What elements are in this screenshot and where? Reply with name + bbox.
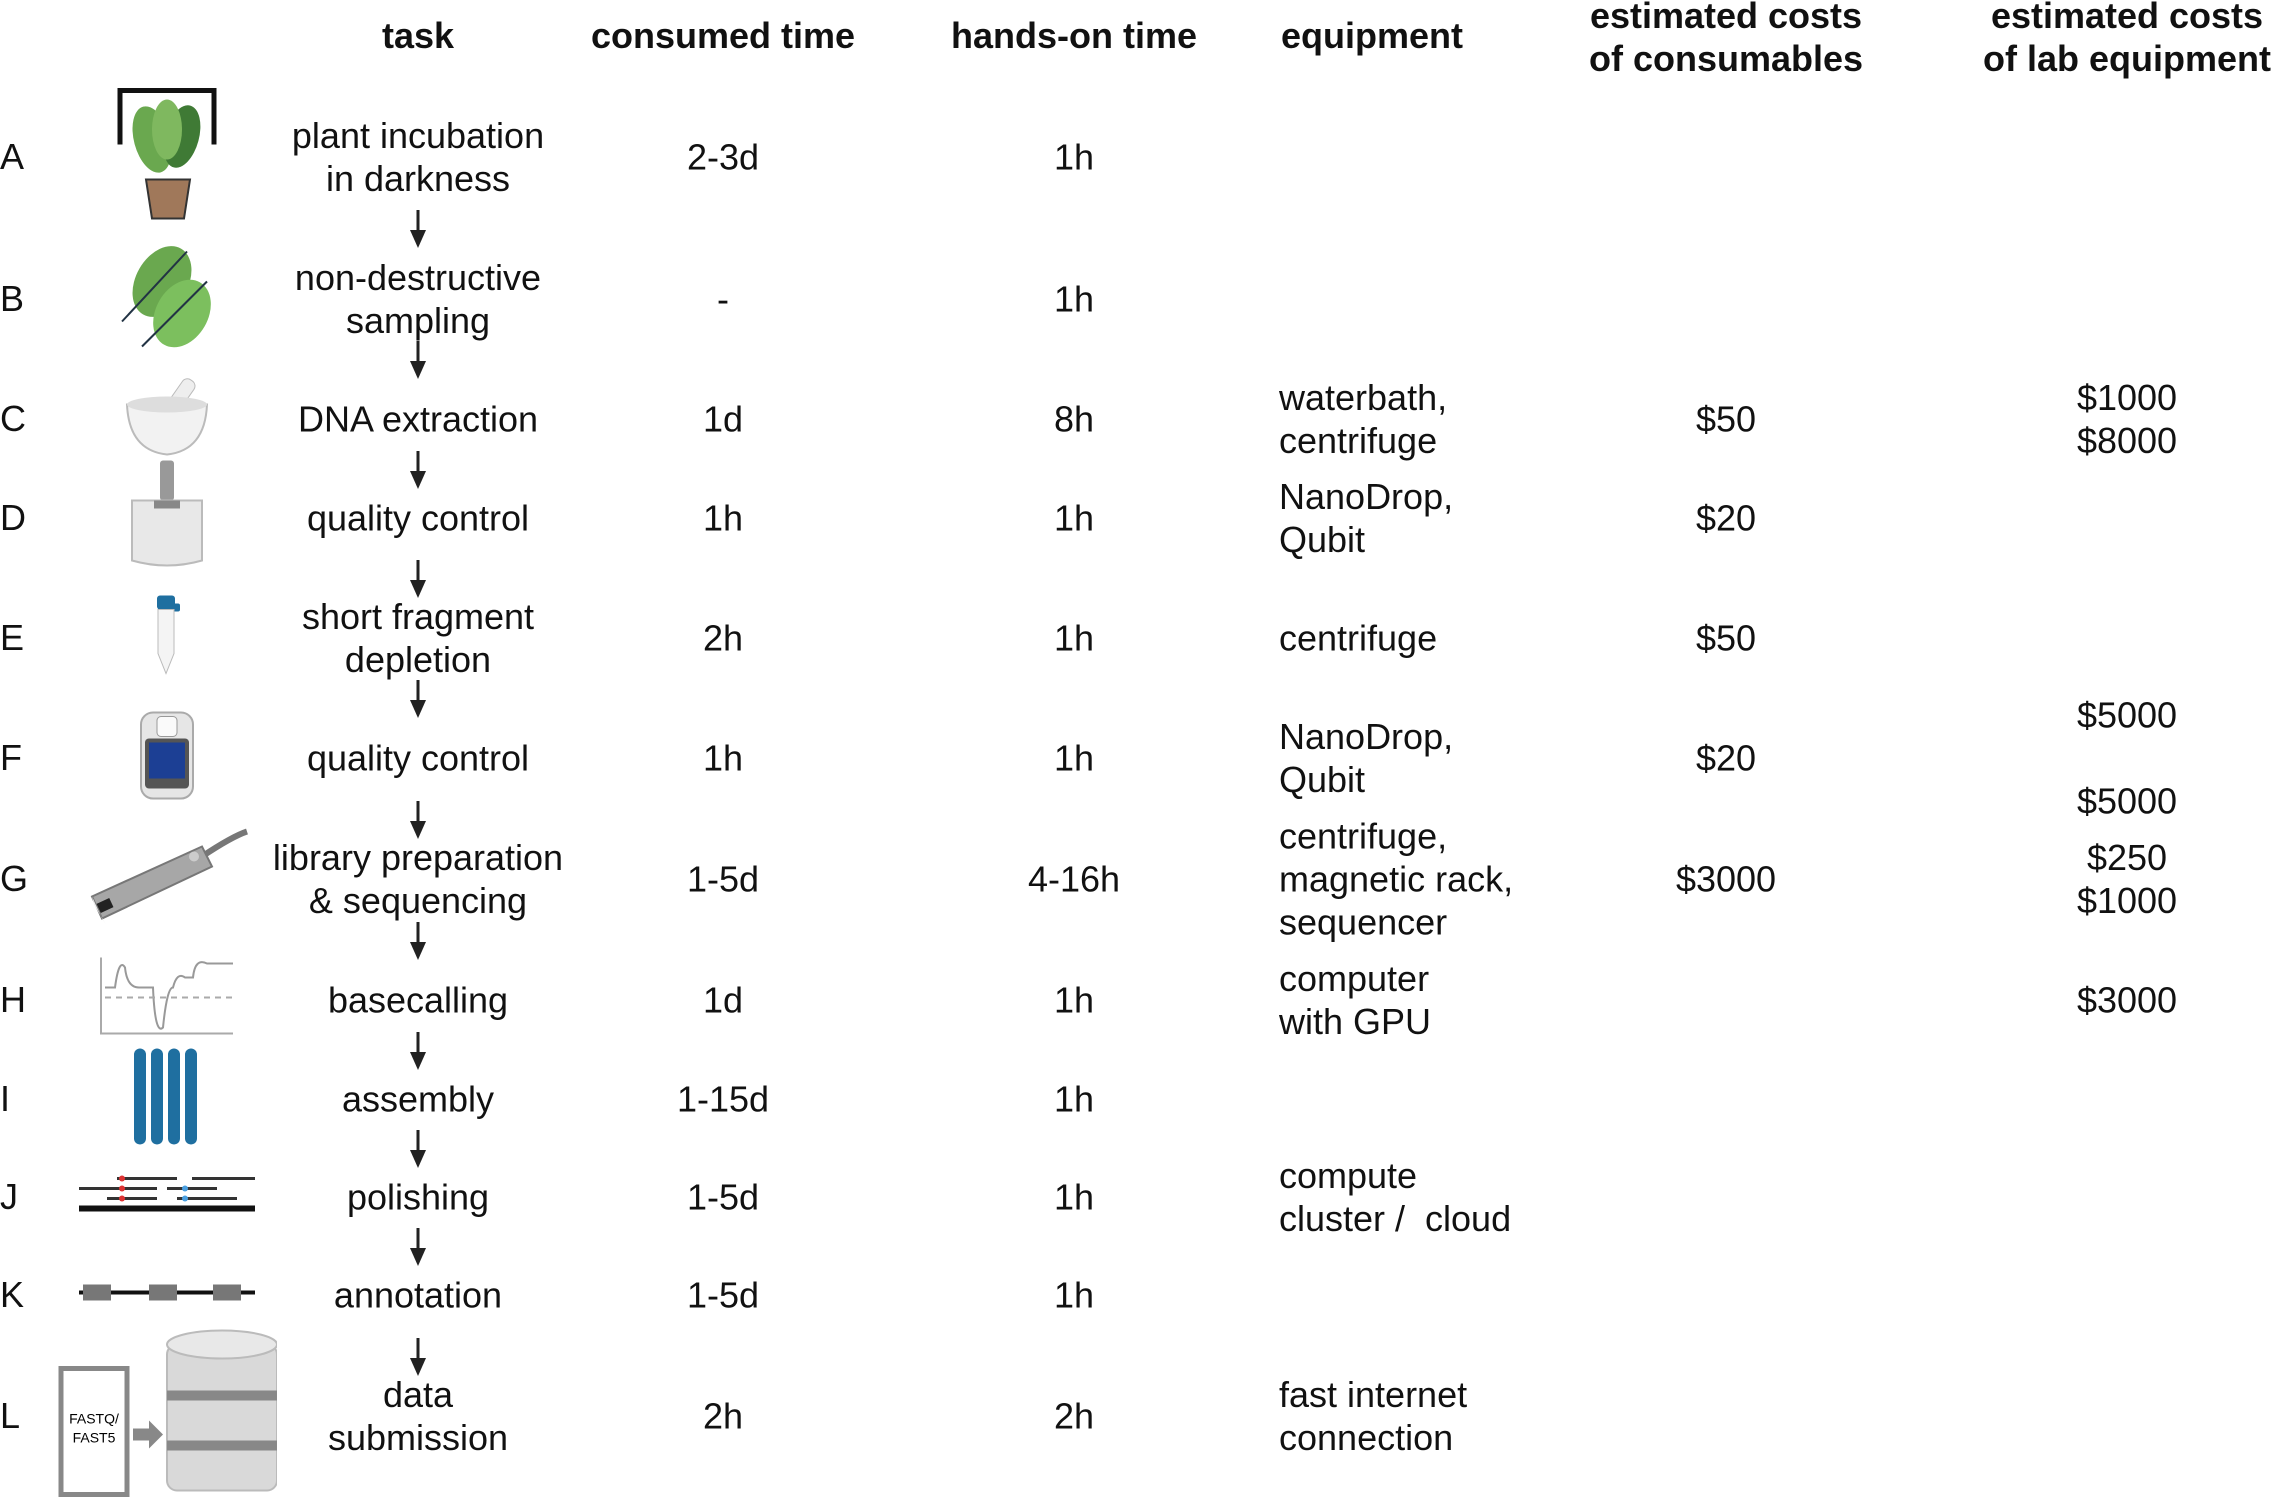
mortar-pestle-icon: [117, 377, 217, 462]
hands-on-time: 1h: [1053, 1176, 1095, 1218]
consumables-cost: $50: [1695, 617, 1757, 659]
consumed-time: 1-5d: [686, 858, 760, 900]
equipment: NanoDrop, Qubit: [1279, 476, 1454, 560]
down-arrow-icon: [408, 921, 428, 965]
qubit-icon: [137, 711, 197, 806]
tube-icon: [152, 595, 182, 681]
header-hands-on-time: hands-on time: [950, 15, 1198, 56]
hands-on-time: 1h: [1053, 1274, 1095, 1316]
row-letter: D: [0, 497, 26, 538]
hands-on-time: 1h: [1053, 136, 1095, 178]
consumables-cost: $20: [1695, 497, 1757, 539]
header-equipment: equipment: [1280, 15, 1464, 56]
consumed-time: -: [717, 278, 729, 320]
task-label: short fragment depletion: [301, 596, 535, 680]
consumables-cost: $50: [1695, 398, 1757, 440]
lab-equipment-cost: $1000 $8000: [2076, 377, 2178, 461]
task-label: basecalling: [327, 979, 509, 1021]
consumed-time: 1h: [702, 737, 744, 779]
equipment: waterbath, centrifuge: [1279, 377, 1448, 461]
consumed-time: 1h: [702, 497, 744, 539]
row-letter: F: [0, 737, 22, 778]
minion-sequencer-icon: [82, 827, 252, 932]
svg-text:FAST5: FAST5: [73, 1430, 116, 1446]
svg-text:FASTQ/: FASTQ/: [69, 1411, 119, 1427]
hands-on-time: 8h: [1053, 398, 1095, 440]
row-letter: H: [0, 979, 26, 1020]
header-consumed-time: consumed time: [590, 15, 856, 56]
row-letter: B: [0, 278, 25, 319]
header-costs-consumables: estimated costs of consumables: [1588, 0, 1864, 79]
chromosomes-icon: [132, 1047, 202, 1152]
signal-trace-icon: [97, 957, 237, 1043]
lab-equipment-cost: $5000 $5000: [2076, 694, 2178, 822]
task-label: plant incubation in darkness: [291, 115, 545, 199]
consumed-time: 2h: [702, 617, 744, 659]
row-letter: A: [0, 136, 25, 177]
hands-on-time: 1h: [1053, 979, 1095, 1021]
hands-on-time: 2h: [1053, 1395, 1095, 1437]
equipment: compute cluster / cloud: [1279, 1155, 1512, 1239]
equipment: computer with GPU: [1279, 958, 1432, 1042]
consumed-time: 2h: [702, 1395, 744, 1437]
nanodrop-icon: [122, 460, 212, 576]
plant-in-dark-box-icon: [112, 85, 222, 230]
gene-model-icon: [77, 1281, 257, 1310]
down-arrow-icon: [408, 210, 428, 253]
row-letter: C: [0, 398, 26, 439]
equipment: centrifuge: [1279, 617, 1438, 659]
down-arrow-icon: [408, 450, 428, 494]
consumables-cost: $20: [1695, 737, 1757, 779]
task-label: non-destructive sampling: [294, 257, 542, 341]
hands-on-time: 4-16h: [1027, 858, 1121, 900]
consumed-time: 1d: [702, 398, 744, 440]
equipment: fast internet connection: [1279, 1374, 1468, 1458]
task-label: polishing: [346, 1176, 490, 1218]
task-label: quality control: [306, 497, 530, 539]
down-arrow-icon: [408, 341, 428, 384]
task-label: assembly: [341, 1078, 495, 1120]
header-task: task: [381, 15, 455, 56]
equipment: NanoDrop, Qubit: [1279, 716, 1454, 800]
row-letter: L: [0, 1395, 21, 1436]
consumed-time: 1-15d: [676, 1078, 770, 1120]
consumed-time: 2-3d: [686, 136, 760, 178]
task-label: data submission: [327, 1374, 509, 1458]
hands-on-time: 1h: [1053, 278, 1095, 320]
row-letter: I: [0, 1078, 11, 1119]
row-letter: G: [0, 858, 29, 899]
task-label: annotation: [333, 1274, 503, 1316]
consumed-time: 1-5d: [686, 1176, 760, 1218]
hands-on-time: 1h: [1053, 737, 1095, 779]
row-letter: J: [0, 1176, 18, 1217]
task-label: quality control: [306, 737, 530, 779]
hands-on-time: 1h: [1053, 617, 1095, 659]
lab-equipment-cost: $250 $1000: [2076, 837, 2178, 921]
down-arrow-icon: [408, 680, 428, 723]
lab-equipment-cost: $3000: [2076, 979, 2178, 1021]
consumed-time: 1-5d: [686, 1274, 760, 1316]
row-letter: E: [0, 617, 25, 658]
database-upload-icon: FASTQ/FAST5: [57, 1329, 278, 1504]
task-label: library preparation & sequencing: [272, 837, 564, 921]
consumed-time: 1d: [702, 979, 744, 1021]
row-letter: K: [0, 1274, 25, 1315]
down-arrow-icon: [408, 1228, 428, 1271]
hands-on-time: 1h: [1053, 1078, 1095, 1120]
hands-on-time: 1h: [1053, 497, 1095, 539]
read-alignment-icon: [77, 1175, 257, 1220]
down-arrow-icon: [408, 1031, 428, 1075]
header-costs-lab-equipment: estimated costs of lab equipment: [1983, 0, 2271, 79]
consumables-cost: $3000: [1675, 858, 1777, 900]
equipment: centrifuge, magnetic rack, sequencer: [1279, 815, 1514, 943]
down-arrow-icon: [408, 1130, 428, 1173]
leaves-icon: [112, 242, 222, 357]
task-label: DNA extraction: [297, 398, 539, 440]
